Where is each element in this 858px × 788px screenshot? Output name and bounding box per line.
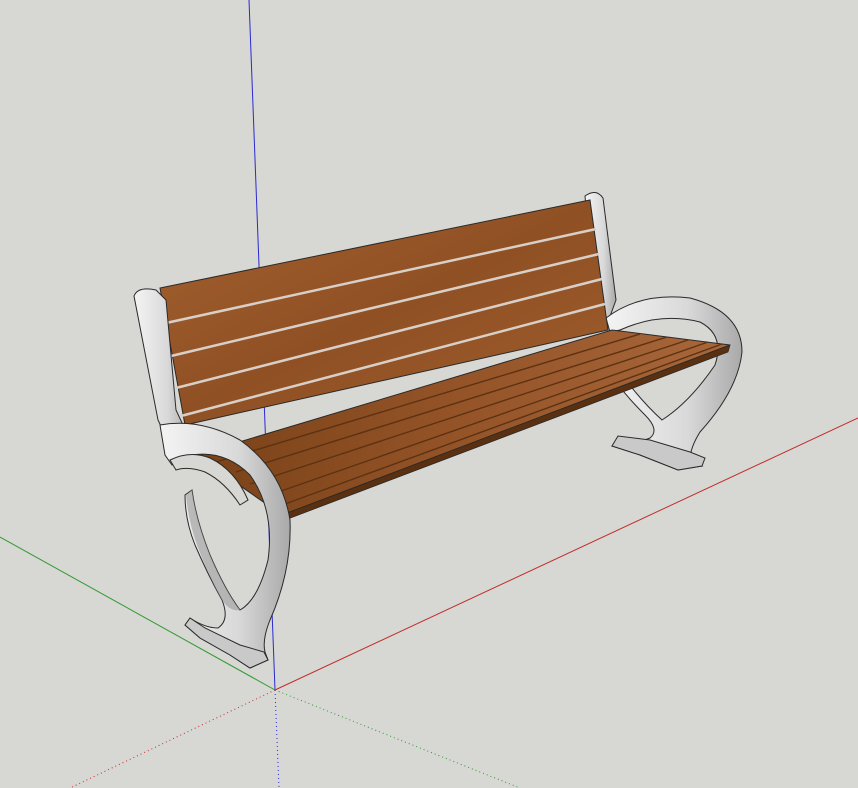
blue-axis-negative [274, 689, 280, 788]
modeling-viewport[interactable] [0, 0, 858, 788]
bench-model[interactable] [133, 192, 743, 669]
scene-canvas[interactable] [0, 0, 858, 788]
red-axis-negative [69, 689, 276, 788]
green-axis-negative [274, 689, 521, 788]
left-inner-shadow [186, 490, 240, 611]
